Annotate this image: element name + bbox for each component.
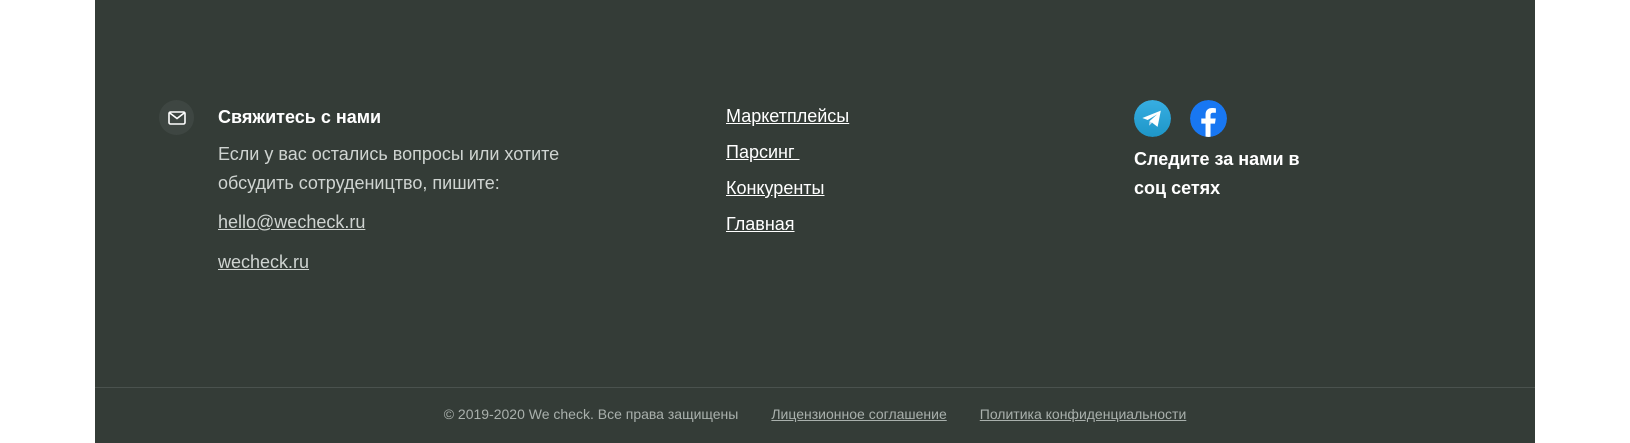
contact-title: Свяжитесь с нами — [218, 107, 382, 127]
website-link[interactable]: wecheck.ru — [218, 250, 638, 274]
contact-description: Если у вас остались вопросы или хотите о… — [218, 144, 560, 193]
footer-bottom-bar: © 2019-2020 We check. Все права защищены… — [95, 405, 1535, 423]
contact-body: Свяжитесь с нами Если у вас остались воп… — [218, 105, 638, 274]
site-footer: Свяжитесь с нами Если у вас остались воп… — [95, 0, 1535, 443]
social-caption: Следите за нами в соц сетях — [1134, 149, 1300, 198]
license-agreement-link[interactable]: Лицензионное соглашение — [771, 405, 946, 423]
social-block: Следите за нами в соц сетях — [1134, 100, 1304, 203]
nav-link-parsing[interactable]: Парсинг — [726, 140, 849, 164]
nav-link-home[interactable]: Главная — [726, 212, 849, 236]
footer-nav: Маркетплейсы Парсинг Конкуренты Главная — [726, 104, 849, 248]
footer-divider — [95, 387, 1535, 388]
nav-link-competitors[interactable]: Конкуренты — [726, 176, 849, 200]
telegram-icon[interactable] — [1134, 100, 1171, 137]
privacy-policy-link[interactable]: Политика конфиденциальности — [980, 405, 1187, 423]
facebook-icon[interactable] — [1190, 100, 1227, 137]
mail-icon — [159, 100, 194, 135]
social-icons — [1134, 100, 1304, 137]
copyright-text: © 2019-2020 We check. Все права защищены — [443, 406, 739, 422]
nav-link-marketplaces[interactable]: Маркетплейсы — [726, 104, 849, 128]
email-link[interactable]: hello@wecheck.ru — [218, 210, 638, 234]
